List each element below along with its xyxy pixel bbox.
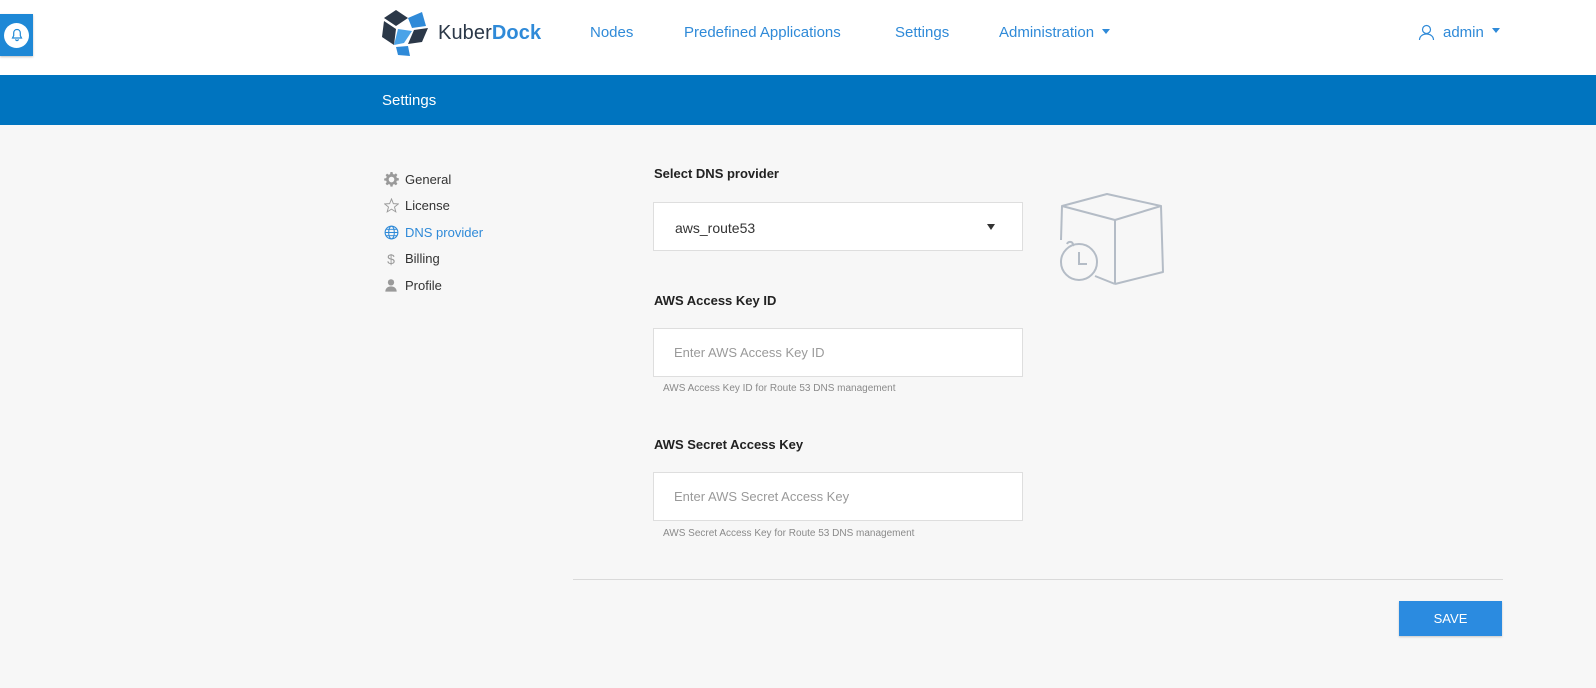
user-menu[interactable]: admin	[1418, 24, 1500, 41]
sidebar-item-license[interactable]: License	[383, 193, 483, 220]
sidebar-item-label: Profile	[405, 277, 442, 293]
aws-access-key-id-help: AWS Access Key ID for Route 53 DNS manag…	[663, 383, 896, 394]
page-title: Settings	[382, 92, 437, 109]
dns-provider-value: aws_route53	[675, 220, 756, 236]
nav-administration-label: Administration	[999, 24, 1095, 41]
aws-access-key-id-field	[653, 328, 1023, 377]
sidebar-item-label: License	[405, 198, 450, 214]
sidebar-item-label: General	[405, 171, 452, 187]
save-button[interactable]: SAVE	[1399, 601, 1502, 636]
aws-secret-access-key-field	[653, 472, 1023, 521]
user-icon	[1418, 24, 1435, 41]
aws-secret-access-key-input[interactable]	[654, 473, 1022, 520]
nav-settings[interactable]: Settings	[895, 24, 949, 41]
chevron-down-icon	[1491, 28, 1500, 33]
form-divider	[573, 579, 1503, 580]
top-navbar: KuberDock Nodes Predefined Applications …	[0, 0, 1596, 75]
logo-cube-icon	[382, 10, 428, 56]
aws-access-key-id-input[interactable]	[654, 329, 1022, 376]
gear-icon	[383, 171, 399, 187]
dollar-icon: $	[387, 250, 395, 267]
settings-sidebar: General License DNS provider $ Billing P…	[383, 166, 483, 299]
dropdown-arrow-icon	[987, 224, 995, 230]
page-header-band: Settings	[0, 75, 1596, 125]
dns-provider-label: Select DNS provider	[654, 166, 779, 181]
sidebar-item-profile[interactable]: Profile	[383, 272, 483, 299]
chevron-down-icon	[1102, 28, 1111, 34]
user-name: admin	[1443, 24, 1484, 41]
sidebar-item-general[interactable]: General	[383, 166, 483, 193]
kuberdock-logo[interactable]: KuberDock	[382, 9, 541, 57]
sidebar-item-label: DNS provider	[405, 224, 484, 240]
star-icon	[383, 198, 399, 214]
aws-secret-access-key-help: AWS Secret Access Key for Route 53 DNS m…	[663, 528, 915, 539]
dns-provider-select[interactable]: aws_route53	[653, 202, 1023, 251]
box-clock-illustration-icon	[1060, 193, 1164, 285]
logo-wordmark: KuberDock	[438, 21, 542, 44]
user-icon	[383, 277, 399, 293]
bell-icon	[4, 22, 29, 48]
notifications-button[interactable]	[0, 14, 33, 56]
sidebar-item-billing[interactable]: $ Billing	[383, 246, 483, 273]
sidebar-item-label: Billing	[405, 251, 440, 267]
globe-icon	[383, 224, 399, 240]
aws-access-key-id-label: AWS Access Key ID	[654, 293, 777, 308]
nav-nodes[interactable]: Nodes	[590, 24, 633, 41]
sidebar-item-dns-provider[interactable]: DNS provider	[383, 219, 483, 246]
aws-secret-access-key-label: AWS Secret Access Key	[654, 437, 804, 452]
nav-predefined-applications[interactable]: Predefined Applications	[684, 24, 841, 41]
nav-administration[interactable]: Administration	[999, 24, 1111, 41]
